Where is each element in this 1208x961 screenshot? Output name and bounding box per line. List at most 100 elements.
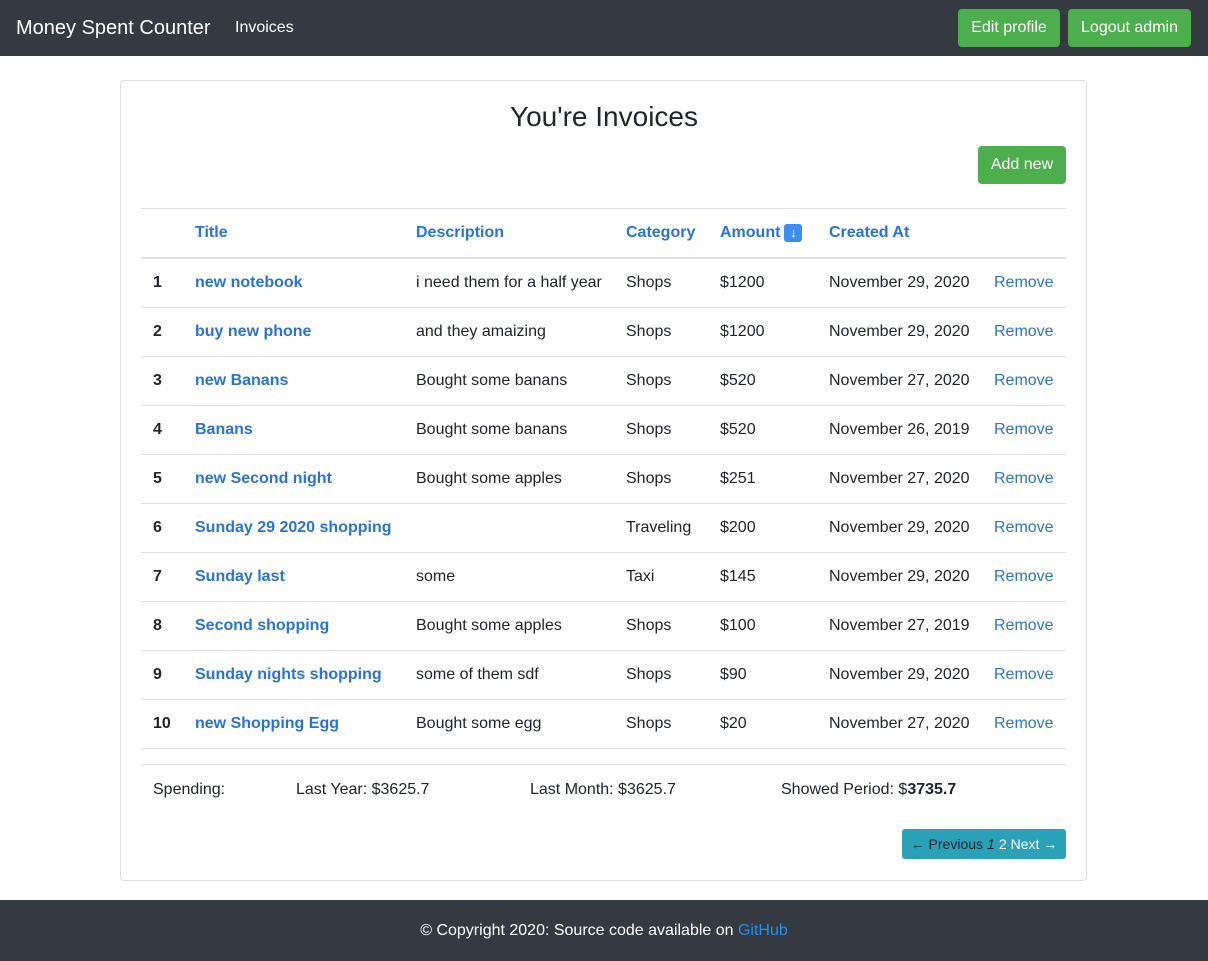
table-row: 2 buy new phone and they amaizing Shops $120… — [141, 308, 1066, 357]
invoice-category: Traveling — [626, 519, 692, 536]
invoice-title-link[interactable]: new Banans — [195, 372, 288, 390]
sort-category-link[interactable]: Category — [626, 224, 695, 242]
footer: © Copyright 2020: Source code available … — [0, 900, 1208, 961]
invoice-category: Shops — [626, 372, 672, 389]
table-row: 6 Sunday 29 2020 shopping Traveling $200 Nov… — [141, 504, 1066, 553]
edit-profile-button[interactable]: Edit profile — [958, 9, 1060, 47]
invoice-created-at: November 27, 2019 — [829, 617, 970, 634]
invoice-created-at: November 27, 2020 — [829, 470, 970, 487]
invoice-amount: $100 — [720, 617, 756, 634]
pagination-previous: ← Previous — [910, 836, 984, 852]
invoice-amount: $520 — [720, 421, 756, 438]
invoice-amount: $145 — [720, 568, 756, 585]
invoice-category: Shops — [626, 470, 672, 487]
remove-link[interactable]: Remove — [994, 421, 1054, 439]
invoice-description: and they amaizing — [416, 323, 546, 340]
nav-link-invoices[interactable]: Invoices — [235, 18, 294, 38]
invoice-created-at: November 26, 2019 — [829, 421, 970, 438]
table-row: 10 new Shopping Egg Bought some egg Shops $2… — [141, 700, 1066, 749]
sort-created-at-link[interactable]: Created At — [829, 224, 909, 242]
invoice-title-link[interactable]: new Shopping Egg — [195, 715, 339, 733]
invoice-created-at: November 29, 2020 — [829, 274, 970, 291]
invoice-description: i need them for a half year — [416, 274, 602, 291]
brand-link[interactable]: Money Spent Counter — [16, 16, 211, 40]
footer-text: © Copyright 2020: Source code available … — [420, 922, 738, 939]
remove-link[interactable]: Remove — [994, 323, 1054, 341]
invoice-description: Bought some apples — [416, 470, 562, 487]
invoice-title-link[interactable]: new Second night — [195, 470, 332, 488]
table-row: 3 new Banans Bought some banans Shops $520 No… — [141, 357, 1066, 406]
invoice-title-link[interactable]: new notebook — [195, 274, 303, 292]
invoice-description: Bought some banans — [416, 421, 568, 438]
invoice-title-link[interactable]: Banans — [195, 421, 253, 439]
logout-button[interactable]: Logout admin — [1068, 9, 1191, 47]
remove-link[interactable]: Remove — [994, 470, 1054, 488]
remove-link[interactable]: Remove — [994, 372, 1054, 390]
invoice-title-link[interactable]: Sunday nights shopping — [195, 666, 382, 684]
invoice-category: Shops — [626, 323, 672, 340]
add-new-button[interactable]: Add new — [978, 146, 1066, 184]
last-month-total: Last Month: $3625.7 — [530, 781, 676, 798]
remove-link[interactable]: Remove — [994, 519, 1054, 537]
showed-period-label: Showed Period: $ — [781, 781, 908, 798]
row-number: 5 — [153, 470, 162, 487]
remove-link[interactable]: Remove — [994, 666, 1054, 684]
invoice-created-at: November 29, 2020 — [829, 519, 970, 536]
table-row: 9 Sunday nights shopping some of them sdf S… — [141, 651, 1066, 700]
invoice-amount: $200 — [720, 519, 756, 536]
table-row: 4 Banans Bought some banans Shops $520 Novemb… — [141, 406, 1066, 455]
row-number: 3 — [153, 372, 162, 389]
table-header-row: Title Description Category Amount ↓ Crea… — [141, 209, 1066, 259]
invoice-amount: $1200 — [720, 323, 765, 340]
sort-amount-link[interactable]: Amount — [720, 224, 780, 242]
invoice-created-at: November 29, 2020 — [829, 568, 970, 585]
row-number: 4 — [153, 421, 162, 438]
invoice-category: Shops — [626, 666, 672, 683]
invoice-category: Shops — [626, 421, 672, 438]
invoice-amount: $1200 — [720, 274, 765, 291]
invoice-title-link[interactable]: Sunday last — [195, 568, 285, 586]
row-number: 6 — [153, 519, 162, 536]
invoices-table: Title Description Category Amount ↓ Crea… — [141, 208, 1066, 749]
remove-link[interactable]: Remove — [994, 274, 1054, 292]
page-title: You're Invoices — [510, 101, 698, 132]
row-number: 2 — [153, 323, 162, 340]
table-row: 1 new notebook i need them for a half year… — [141, 259, 1066, 308]
invoice-category: Shops — [626, 274, 672, 291]
pagination: ← Previous 1 2 Next → — [902, 829, 1066, 859]
invoice-category: Shops — [626, 617, 672, 634]
github-link[interactable]: GitHub — [738, 922, 788, 939]
invoice-title-link[interactable]: Second shopping — [195, 617, 329, 635]
table-row: 7 Sunday last some Taxi $145 November 29, 202… — [141, 553, 1066, 602]
invoice-created-at: November 27, 2020 — [829, 372, 970, 389]
remove-link[interactable]: Remove — [994, 617, 1054, 635]
invoice-description: Bought some egg — [416, 715, 542, 732]
remove-link[interactable]: Remove — [994, 715, 1054, 733]
invoice-title-link[interactable]: Sunday 29 2020 shopping — [195, 519, 392, 537]
arrow-down-icon: ↓ — [784, 224, 803, 242]
table-row: 8 Second shopping Bought some apples Shops $… — [141, 602, 1066, 651]
invoice-title-link[interactable]: buy new phone — [195, 323, 311, 341]
sort-description-link[interactable]: Description — [416, 224, 504, 242]
invoice-amount: $90 — [720, 666, 747, 683]
pagination-page-2[interactable]: 2 — [999, 836, 1007, 852]
pagination-next[interactable]: Next → — [1011, 836, 1058, 852]
invoice-created-at: November 27, 2020 — [829, 715, 970, 732]
showed-period-value: 3735.7 — [907, 781, 957, 798]
invoice-category: Shops — [626, 715, 672, 732]
row-number: 10 — [153, 715, 171, 732]
invoice-description: Bought some apples — [416, 617, 562, 634]
invoice-created-at: November 29, 2020 — [829, 323, 970, 340]
remove-link[interactable]: Remove — [994, 568, 1054, 586]
invoice-amount: $20 — [720, 715, 747, 732]
invoice-created-at: November 29, 2020 — [829, 666, 970, 683]
navbar: Money Spent Counter Invoices Edit profil… — [0, 0, 1208, 56]
invoice-description: Bought some banans — [416, 372, 568, 389]
invoice-description: some of them sdf — [416, 666, 539, 683]
sort-title-link[interactable]: Title — [195, 224, 228, 242]
row-number: 7 — [153, 568, 162, 585]
row-number: 8 — [153, 617, 162, 634]
table-row: 5 new Second night Bought some apples Shops… — [141, 455, 1066, 504]
spending-label: Spending: — [153, 781, 226, 798]
invoice-amount: $520 — [720, 372, 756, 389]
